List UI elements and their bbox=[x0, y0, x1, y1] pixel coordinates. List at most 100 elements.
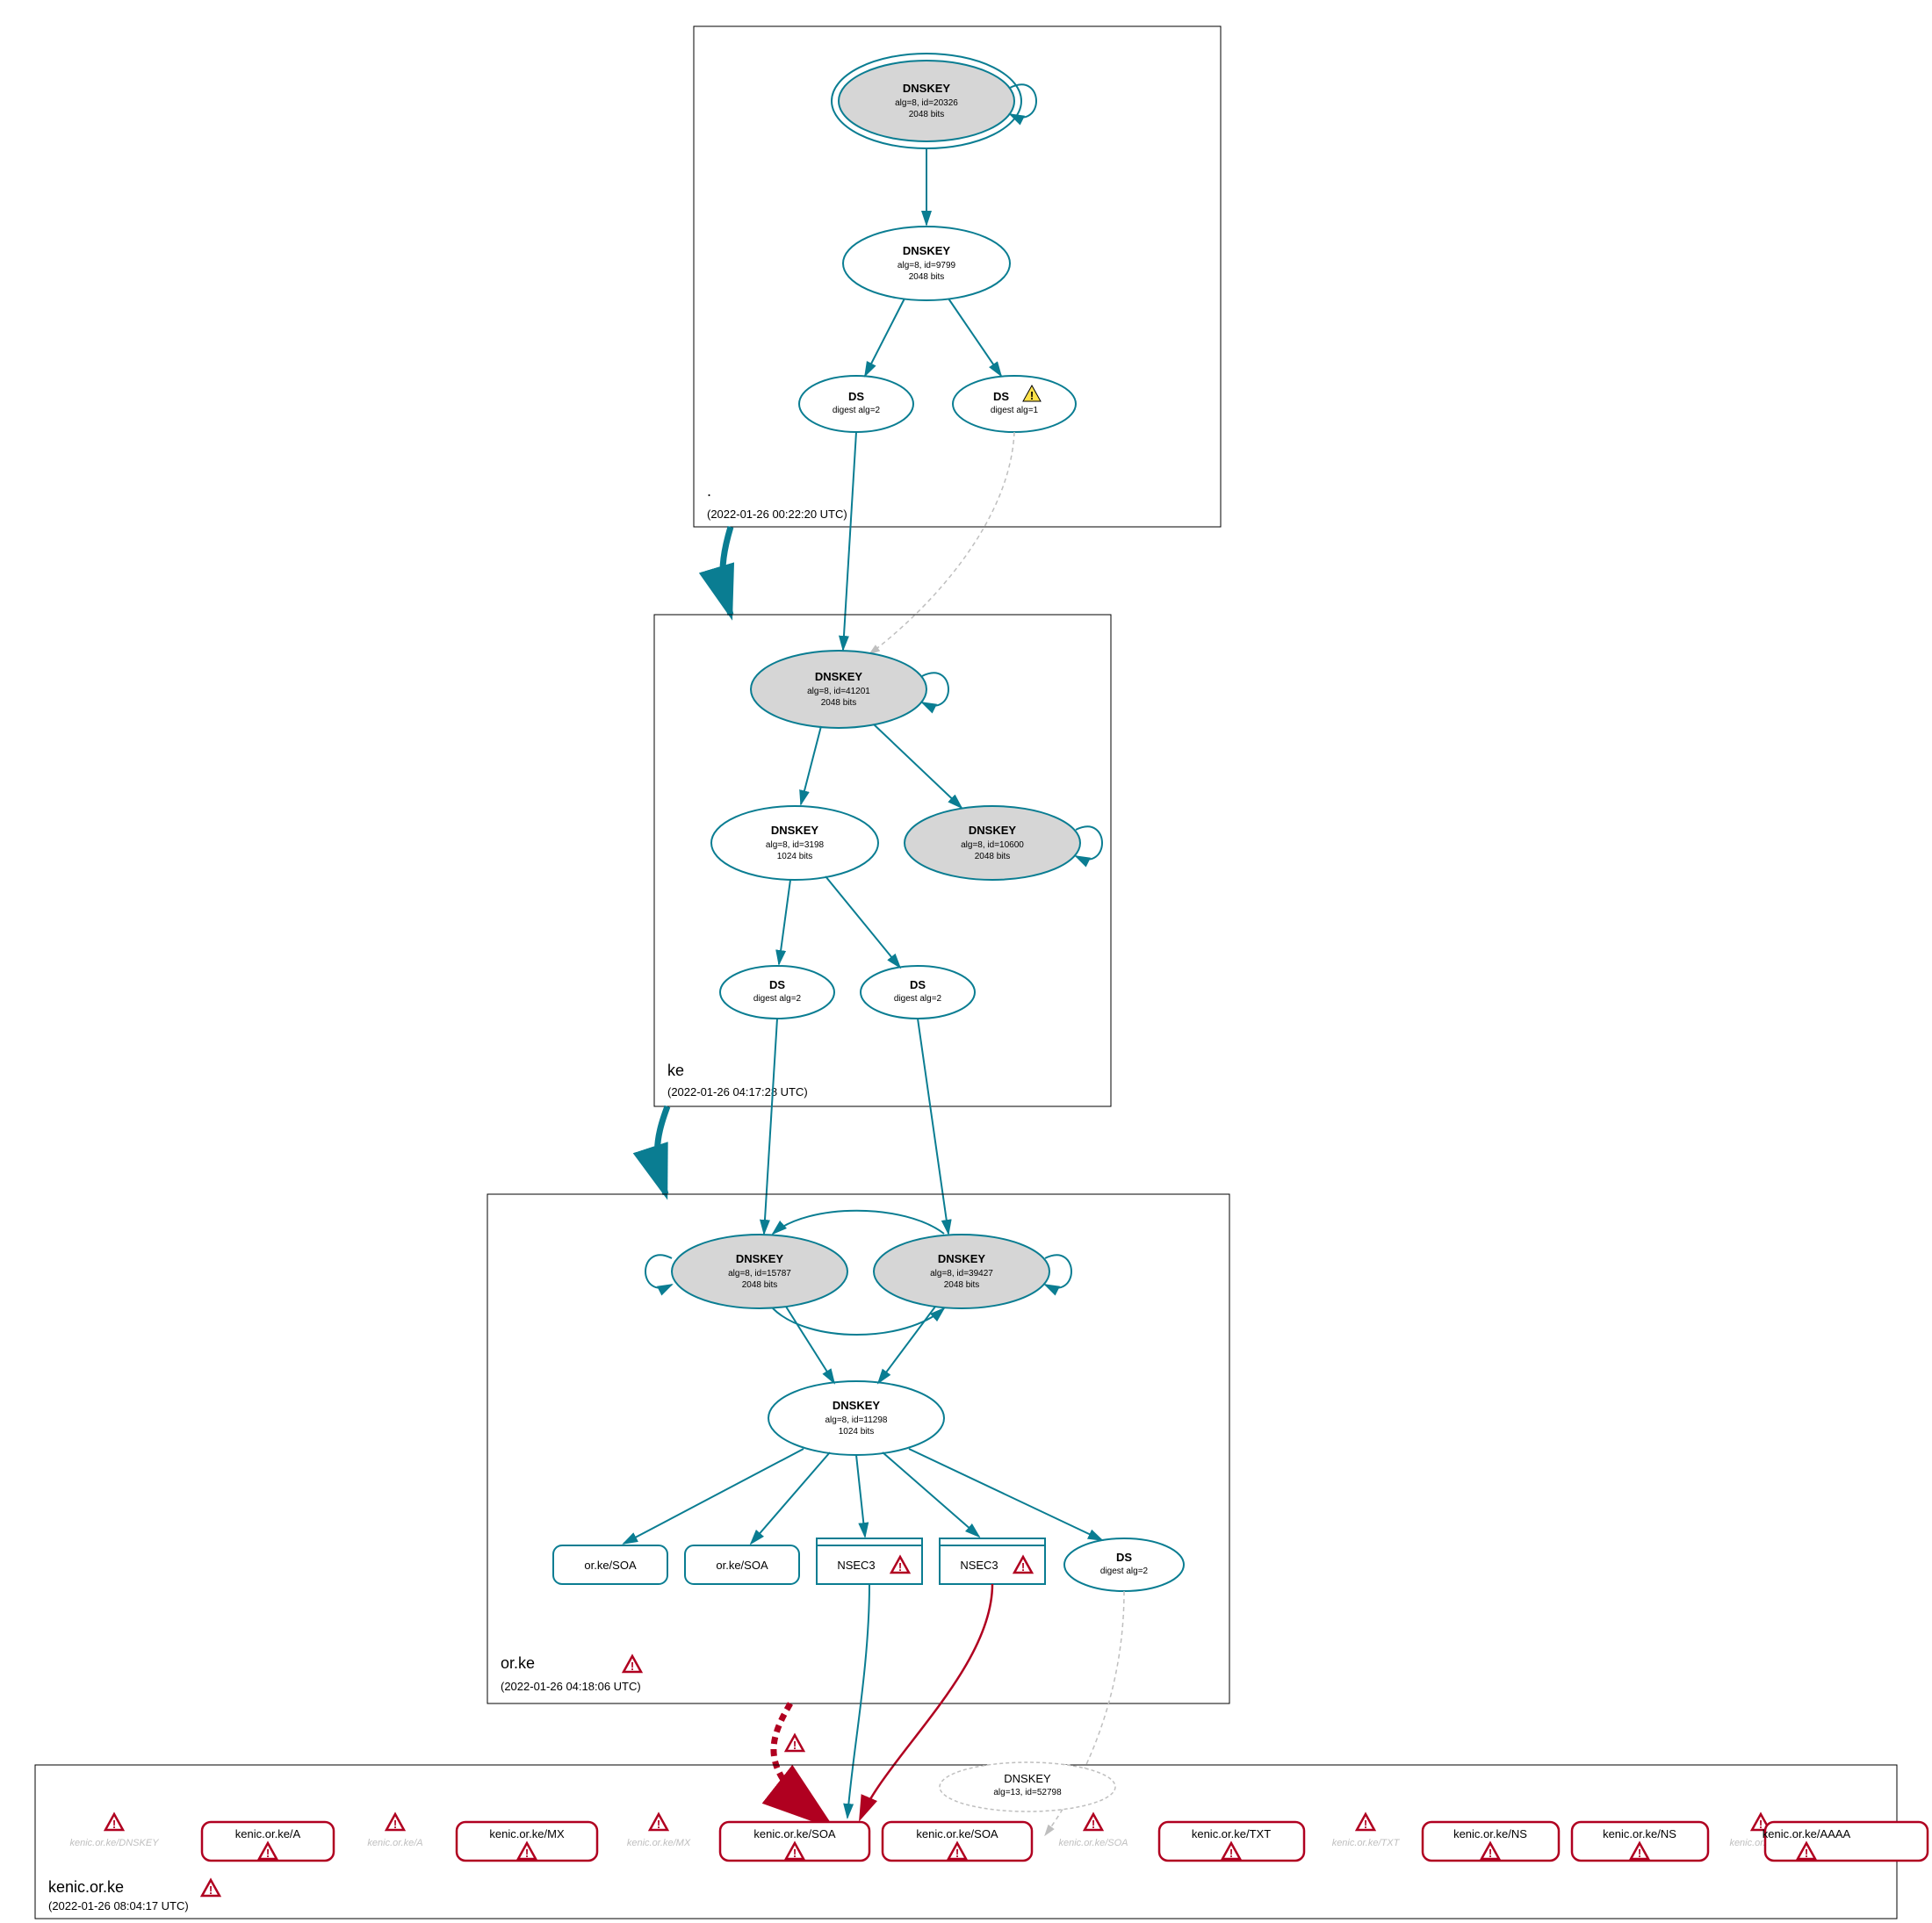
svg-text:alg=8, id=41201: alg=8, id=41201 bbox=[807, 687, 870, 696]
svg-text:kenic.or.ke/SOA: kenic.or.ke/SOA bbox=[753, 1827, 836, 1840]
svg-text:digest alg=2: digest alg=2 bbox=[894, 994, 942, 1004]
svg-text:DNSKEY: DNSKEY bbox=[903, 244, 951, 257]
node-ke-ds1: DS digest alg=2 bbox=[720, 966, 834, 1019]
svg-text:kenic.or.ke/TXT: kenic.or.ke/TXT bbox=[1192, 1827, 1271, 1840]
svg-text:DNSKEY: DNSKEY bbox=[771, 824, 819, 837]
svg-text:or.ke/SOA: or.ke/SOA bbox=[584, 1559, 637, 1572]
svg-text:kenic.or.ke/NS: kenic.or.ke/NS bbox=[1603, 1827, 1676, 1840]
svg-text:kenic.or.ke/A: kenic.or.ke/A bbox=[367, 1838, 422, 1848]
node-k-txt: kenic.or.ke/TXT bbox=[1159, 1822, 1304, 1861]
svg-text:digest alg=2: digest alg=2 bbox=[1100, 1566, 1149, 1576]
error-icon bbox=[105, 1814, 123, 1831]
svg-text:alg=8, id=3198: alg=8, id=3198 bbox=[766, 840, 825, 850]
node-root-zsk: DNSKEY alg=8, id=9799 2048 bits bbox=[843, 227, 1010, 300]
svg-text:alg=8, id=39427: alg=8, id=39427 bbox=[930, 1269, 993, 1278]
node-k-ns2: kenic.or.ke/NS bbox=[1572, 1822, 1708, 1861]
zone-root-ts: (2022-01-26 00:22:20 UTC) bbox=[707, 508, 847, 521]
node-k-mx2: kenic.or.ke/MX bbox=[627, 1814, 691, 1848]
zone-kenic: kenic.or.ke (2022-01-26 08:04:17 UTC) DN… bbox=[35, 1762, 1928, 1919]
dnssec-diagram: ! ! . (2022-01-26 00:22:20 UTC) DNSKEY a… bbox=[0, 0, 1932, 1923]
zone-orke-ts: (2022-01-26 04:18:06 UTC) bbox=[501, 1680, 641, 1693]
svg-text:kenic.or.ke/SOA: kenic.or.ke/SOA bbox=[1058, 1838, 1128, 1848]
svg-text:kenic.or.ke/DNSKEY: kenic.or.ke/DNSKEY bbox=[69, 1838, 159, 1848]
svg-text:alg=8, id=15787: alg=8, id=15787 bbox=[728, 1269, 791, 1278]
zone-root-label: . bbox=[707, 482, 711, 500]
svg-text:alg=8, id=9799: alg=8, id=9799 bbox=[898, 261, 956, 270]
svg-text:2048 bits: 2048 bits bbox=[742, 1280, 778, 1290]
svg-text:DS: DS bbox=[910, 978, 926, 991]
node-ke-ksk: DNSKEY alg=8, id=41201 2048 bits bbox=[751, 651, 948, 728]
svg-text:digest alg=2: digest alg=2 bbox=[833, 406, 881, 415]
svg-text:alg=8, id=20326: alg=8, id=20326 bbox=[895, 98, 958, 108]
svg-text:alg=8, id=10600: alg=8, id=10600 bbox=[961, 840, 1024, 850]
svg-text:or.ke/SOA: or.ke/SOA bbox=[716, 1559, 768, 1572]
svg-text:kenic.or.ke/MX: kenic.or.ke/MX bbox=[489, 1827, 565, 1840]
svg-text:2048 bits: 2048 bits bbox=[909, 272, 945, 282]
node-orke-ksk1: DNSKEY alg=8, id=15787 2048 bits bbox=[645, 1235, 847, 1308]
node-orke-ds: DS digest alg=2 bbox=[1064, 1538, 1184, 1591]
node-k-a: kenic.or.ke/A bbox=[202, 1822, 334, 1861]
svg-text:2048 bits: 2048 bits bbox=[944, 1280, 980, 1290]
svg-text:DNSKEY: DNSKEY bbox=[969, 824, 1017, 837]
svg-text:NSEC3: NSEC3 bbox=[960, 1559, 998, 1572]
error-icon bbox=[650, 1814, 667, 1831]
edge-keds2-orke bbox=[918, 1019, 948, 1234]
node-orke-nsec1: NSEC3 bbox=[817, 1538, 922, 1584]
node-k-aaaa: kenic.or.ke/AAAA bbox=[1763, 1822, 1928, 1861]
node-k-ns: kenic.or.ke/NS bbox=[1423, 1822, 1559, 1861]
node-k-a2: kenic.or.ke/A bbox=[367, 1814, 422, 1848]
edge-nsec1-kenic bbox=[847, 1584, 869, 1818]
node-k-mx: kenic.or.ke/MX bbox=[457, 1822, 597, 1861]
svg-text:kenic.or.ke/SOA: kenic.or.ke/SOA bbox=[916, 1827, 998, 1840]
svg-text:alg=13, id=52798: alg=13, id=52798 bbox=[993, 1788, 1062, 1797]
error-icon bbox=[1085, 1814, 1102, 1831]
zone-kenic-label: kenic.or.ke bbox=[48, 1878, 124, 1896]
zone-kenic-ts: (2022-01-26 08:04:17 UTC) bbox=[48, 1899, 189, 1912]
svg-text:2048 bits: 2048 bits bbox=[975, 852, 1011, 861]
node-orke-soa1: or.ke/SOA bbox=[553, 1545, 667, 1584]
zone-ke-ts: (2022-01-26 04:17:28 UTC) bbox=[667, 1085, 808, 1098]
zone-orke: or.ke (2022-01-26 04:18:06 UTC) DNSKEY a… bbox=[487, 1194, 1229, 1703]
zone-ke-label: ke bbox=[667, 1062, 684, 1079]
svg-text:DS: DS bbox=[769, 978, 785, 991]
error-icon bbox=[202, 1880, 220, 1897]
edge-keds1-orke bbox=[764, 1019, 777, 1234]
edge-deleg-orke-kenic bbox=[774, 1703, 825, 1822]
node-root-ds1: DS digest alg=2 bbox=[799, 376, 913, 432]
edge-deleg-ke-orke bbox=[657, 1106, 667, 1194]
svg-text:NSEC3: NSEC3 bbox=[837, 1559, 875, 1572]
node-k-txt2: kenic.or.ke/TXT bbox=[1332, 1814, 1401, 1848]
zone-orke-label: or.ke bbox=[501, 1654, 535, 1672]
svg-text:2048 bits: 2048 bits bbox=[821, 698, 857, 708]
zone-root: . (2022-01-26 00:22:20 UTC) DNSKEY alg=8… bbox=[694, 26, 1221, 527]
zone-ke: ke (2022-01-26 04:17:28 UTC) DNSKEY alg=… bbox=[654, 615, 1111, 1106]
svg-text:DNSKEY: DNSKEY bbox=[815, 670, 863, 683]
svg-text:1024 bits: 1024 bits bbox=[777, 852, 813, 861]
svg-text:digest alg=1: digest alg=1 bbox=[991, 406, 1039, 415]
node-orke-ksk2: DNSKEY alg=8, id=39427 2048 bits bbox=[874, 1235, 1071, 1308]
edge-ds2-keksk bbox=[869, 432, 1014, 654]
node-ke-key2: DNSKEY alg=8, id=10600 2048 bits bbox=[905, 806, 1102, 880]
svg-text:DNSKEY: DNSKEY bbox=[903, 82, 951, 95]
edge-deleg-root-ke bbox=[723, 527, 731, 615]
svg-text:DNSKEY: DNSKEY bbox=[938, 1252, 986, 1265]
svg-text:DS: DS bbox=[993, 390, 1009, 403]
svg-text:DNSKEY: DNSKEY bbox=[1004, 1772, 1051, 1785]
svg-text:DS: DS bbox=[1116, 1551, 1132, 1564]
error-icon bbox=[786, 1735, 804, 1752]
node-k-soa: kenic.or.ke/SOA bbox=[720, 1822, 869, 1861]
svg-text:alg=8, id=11298: alg=8, id=11298 bbox=[825, 1415, 888, 1425]
svg-text:DS: DS bbox=[848, 390, 864, 403]
error-icon bbox=[386, 1814, 404, 1831]
error-icon bbox=[1357, 1814, 1374, 1831]
svg-text:DNSKEY: DNSKEY bbox=[736, 1252, 784, 1265]
node-orke-zsk: DNSKEY alg=8, id=11298 1024 bits bbox=[768, 1381, 944, 1455]
edge-ds1-keksk bbox=[843, 432, 856, 650]
node-k-soa2: kenic.or.ke/SOA bbox=[883, 1822, 1032, 1861]
svg-text:kenic.or.ke/A: kenic.or.ke/A bbox=[235, 1827, 301, 1840]
node-orke-nsec2: NSEC3 bbox=[940, 1538, 1045, 1584]
node-root-ds2: DS digest alg=1 bbox=[953, 376, 1076, 432]
error-icon bbox=[624, 1656, 641, 1673]
node-kenic-key: DNSKEY alg=13, id=52798 bbox=[940, 1762, 1115, 1811]
node-root-ksk: DNSKEY alg=8, id=20326 2048 bits bbox=[832, 54, 1036, 148]
